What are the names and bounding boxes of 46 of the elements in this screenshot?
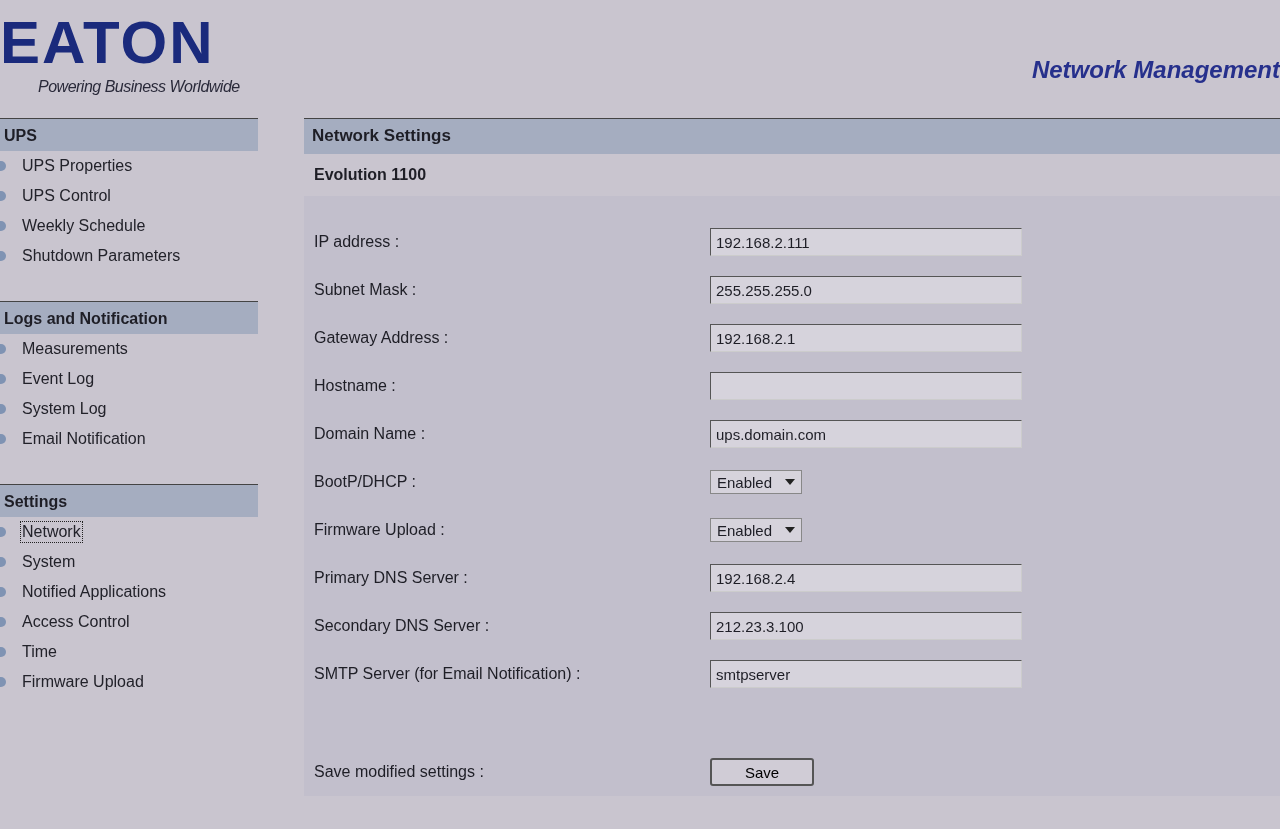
input-field[interactable]: 255.255.255.0 bbox=[710, 276, 1022, 304]
sidebar-link[interactable]: UPS Properties bbox=[20, 155, 135, 177]
sidebar-link[interactable]: Weekly Schedule bbox=[20, 215, 148, 237]
field-label: Save modified settings : bbox=[313, 763, 485, 781]
panel-title: Network Settings bbox=[304, 118, 1280, 154]
input-field[interactable]: smtpserver bbox=[710, 660, 1022, 688]
input-field[interactable]: ups.domain.com bbox=[710, 420, 1022, 448]
field-label: SMTP Server (for Email Notification) : bbox=[313, 665, 582, 683]
save-button[interactable]: Save bbox=[710, 758, 814, 786]
tagline: Powering Business Worldwide bbox=[38, 78, 240, 96]
sidebar-heading: Logs and Notification bbox=[0, 301, 258, 334]
field-label: IP address : bbox=[313, 233, 401, 251]
sidebar-link[interactable]: Notified Applications bbox=[20, 581, 169, 603]
sidebar-link[interactable]: Network bbox=[20, 521, 83, 543]
sidebar-link[interactable]: UPS Control bbox=[20, 185, 113, 207]
field-label: Domain Name : bbox=[313, 425, 427, 443]
input-field[interactable]: 192.168.2.4 bbox=[710, 564, 1022, 592]
page-title: Network Management bbox=[1031, 56, 1280, 84]
sidebar-link[interactable]: Email Notification bbox=[20, 428, 148, 450]
caret-icon bbox=[785, 479, 795, 485]
field-label: Gateway Address : bbox=[313, 329, 450, 347]
field-label: Firmware Upload : bbox=[313, 521, 446, 539]
sidebar-link[interactable]: Access Control bbox=[20, 611, 132, 633]
input-field[interactable]: 212.23.3.100 bbox=[710, 612, 1022, 640]
input-field[interactable]: 192.168.2.111 bbox=[710, 228, 1022, 256]
input-field[interactable]: 192.168.2.1 bbox=[710, 324, 1022, 352]
logo: EATON bbox=[0, 14, 216, 72]
sidebar-link[interactable]: Measurements bbox=[20, 338, 130, 360]
sidebar-link[interactable]: System Log bbox=[20, 398, 109, 420]
caret-icon bbox=[785, 527, 795, 533]
dropdown[interactable]: Enabled bbox=[710, 470, 802, 494]
sidebar-heading: Settings bbox=[0, 484, 258, 517]
field-label: BootP/DHCP : bbox=[313, 473, 417, 491]
sidebar-link[interactable]: System bbox=[20, 551, 78, 573]
sidebar-link[interactable]: Shutdown Parameters bbox=[20, 245, 183, 267]
field-label: Secondary DNS Server : bbox=[313, 617, 491, 635]
sidebar-heading: UPS bbox=[0, 118, 258, 151]
dropdown[interactable]: Enabled bbox=[710, 518, 802, 542]
input-field[interactable] bbox=[710, 372, 1022, 400]
field-label: Subnet Mask : bbox=[313, 281, 418, 299]
field-label: Primary DNS Server : bbox=[313, 569, 469, 587]
device-name: Evolution 1100 bbox=[313, 165, 428, 185]
sidebar-link[interactable]: Event Log bbox=[20, 368, 97, 390]
field-label: Hostname : bbox=[313, 377, 397, 395]
sidebar-link[interactable]: Firmware Upload bbox=[20, 671, 146, 693]
sidebar-link[interactable]: Time bbox=[20, 641, 59, 663]
